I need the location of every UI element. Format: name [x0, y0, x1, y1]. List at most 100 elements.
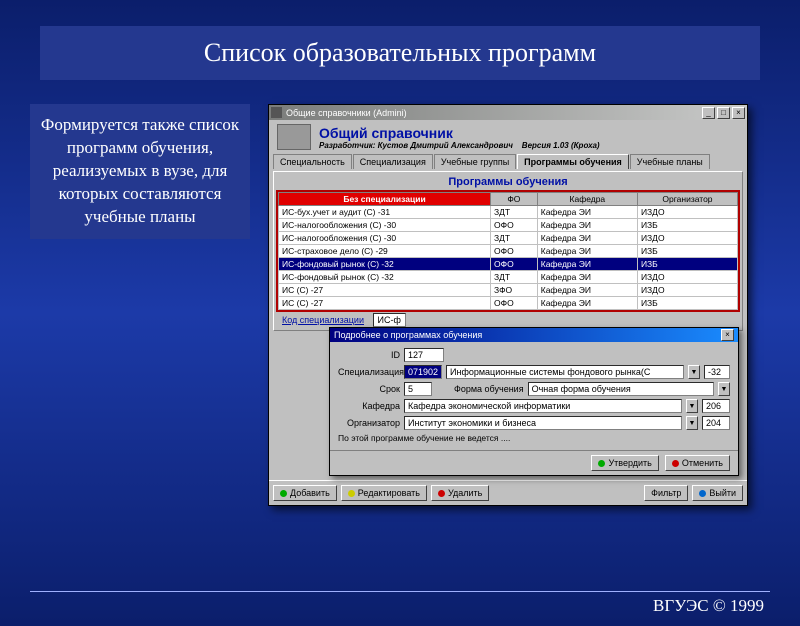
cancel-button[interactable]: Отменить — [665, 455, 730, 471]
dot-red-icon — [672, 460, 679, 467]
toolbar-label: Фильтр — [651, 488, 681, 498]
cell: ИЗДО — [637, 206, 737, 219]
cell: ОФО — [491, 297, 538, 310]
table-row[interactable]: ИС-страховое дело (С) -29ОФОКафедра ЭИИЗ… — [279, 245, 738, 258]
dialog-titlebar[interactable]: Подробнее о программах обучения × — [330, 328, 738, 342]
toolbar-label: Добавить — [290, 488, 330, 498]
cell: ЗДТ — [491, 232, 538, 245]
dev-name: Кустов Дмитрий Александрович — [378, 141, 513, 150]
spec-label: Специализация — [338, 367, 400, 377]
logo-image — [277, 124, 311, 150]
cell: ИС-налогообложения (С) -30 — [279, 219, 491, 232]
org-code-field[interactable]: 204 — [702, 416, 730, 430]
cell: ИЗБ — [637, 245, 737, 258]
column-header[interactable]: Кафедра — [537, 193, 637, 206]
detail-dialog: Подробнее о программах обучения × ID 127… — [329, 327, 739, 476]
column-header[interactable]: Организатор — [637, 193, 737, 206]
cell: ИЗБ — [637, 258, 737, 271]
cell: Кафедра ЭИ — [537, 245, 637, 258]
toolbar-button-3[interactable]: Фильтр — [644, 485, 688, 501]
cell: ИС-фондовый рынок (С) -32 — [279, 258, 491, 271]
slide-title: Список образовательных программ — [40, 26, 760, 80]
table-row[interactable]: ИС-фондовый рынок (С) -32ЗДТКафедра ЭИИЗ… — [279, 271, 738, 284]
tab-0[interactable]: Специальность — [273, 154, 352, 169]
column-header[interactable]: Без специализации — [279, 193, 491, 206]
toolbar-button-1[interactable]: Редактировать — [341, 485, 427, 501]
code-link[interactable]: Код специализации — [276, 312, 370, 328]
tab-2[interactable]: Учебные группы — [434, 154, 516, 169]
note-text: По этой программе обучение не ведется ..… — [338, 433, 510, 443]
cell: ИЗБ — [637, 219, 737, 232]
header-sub: Разработчик: Кустов Дмитрий Александрови… — [319, 141, 600, 150]
table-row[interactable]: ИС-бух.учет и аудит (С) -31ЗДТКафедра ЭИ… — [279, 206, 738, 219]
cell: Кафедра ЭИ — [537, 219, 637, 232]
confirm-label: Утвердить — [608, 458, 651, 468]
dialog-close-button[interactable]: × — [721, 329, 734, 341]
cell: ИЗДО — [637, 232, 737, 245]
cell: ИС (С) -27 — [279, 297, 491, 310]
dot-icon — [348, 490, 355, 497]
form-label: Форма обучения — [454, 384, 524, 394]
id-label: ID — [338, 350, 400, 360]
cell: Кафедра ЭИ — [537, 232, 637, 245]
id-field[interactable]: 127 — [404, 348, 444, 362]
panel-title: Программы обучения — [276, 174, 740, 190]
data-grid[interactable]: Без специализацииФОКафедраОрганизаторИС-… — [276, 190, 740, 312]
dept-code-field[interactable]: 206 — [702, 399, 730, 413]
spec-num-field[interactable]: -32 — [704, 365, 730, 379]
form-field[interactable]: Очная форма обучения — [528, 382, 714, 396]
maximize-button[interactable]: □ — [717, 107, 730, 119]
spec-code-field[interactable]: 071902 — [404, 365, 442, 379]
code-value: ИС-ф — [373, 313, 406, 327]
toolbar-label: Редактировать — [358, 488, 420, 498]
dialog-title: Подробнее о программах обучения — [334, 330, 719, 340]
toolbar-button-0[interactable]: Добавить — [273, 485, 337, 501]
minimize-button[interactable]: _ — [702, 107, 715, 119]
toolbar-label: Удалить — [448, 488, 482, 498]
tab-bar: СпециальностьСпециализацияУчебные группы… — [269, 154, 747, 169]
tab-4[interactable]: Учебные планы — [630, 154, 710, 169]
column-header[interactable]: ФО — [491, 193, 538, 206]
close-button[interactable]: × — [732, 107, 745, 119]
version-label: Версия 1.03 (Кроха) — [522, 141, 600, 150]
term-field[interactable]: 5 — [404, 382, 432, 396]
tab-1[interactable]: Специализация — [353, 154, 433, 169]
cell: ИС (С) -27 — [279, 284, 491, 297]
cell: ИС-фондовый рынок (С) -32 — [279, 271, 491, 284]
toolbar-label: Выйти — [709, 488, 736, 498]
cell: Кафедра ЭИ — [537, 271, 637, 284]
cell: ИС-бух.учет и аудит (С) -31 — [279, 206, 491, 219]
org-dropdown-icon[interactable]: ▼ — [686, 416, 698, 430]
app-window: Общие справочники (Admini) _ □ × Общий с… — [268, 104, 748, 506]
cell: ИС-налогообложения (С) -30 — [279, 232, 491, 245]
table-row[interactable]: ИС-налогообложения (С) -30ЗДТКафедра ЭИИ… — [279, 232, 738, 245]
dot-icon — [280, 490, 287, 497]
table-row[interactable]: ИС-налогообложения (С) -30ОФОКафедра ЭИИ… — [279, 219, 738, 232]
spec-name-field[interactable]: Информационные системы фондового рынка(С — [446, 365, 684, 379]
app-icon — [271, 107, 282, 118]
toolbar-button-4[interactable]: Выйти — [692, 485, 743, 501]
cell: ИЗДО — [637, 271, 737, 284]
dot-icon — [438, 490, 445, 497]
cell: ИЗБ — [637, 297, 737, 310]
dept-dropdown-icon[interactable]: ▼ — [686, 399, 698, 413]
cell: ЗФО — [491, 284, 538, 297]
form-dropdown-icon[interactable]: ▼ — [718, 382, 730, 396]
dept-field[interactable]: Кафедра экономической информатики — [404, 399, 682, 413]
cell: ОФО — [491, 219, 538, 232]
table-row[interactable]: ИС (С) -27ОФОКафедра ЭИИЗБ — [279, 297, 738, 310]
cell: ЗДТ — [491, 271, 538, 284]
org-field[interactable]: Институт экономики и бизнеса — [404, 416, 682, 430]
table-row[interactable]: ИС-фондовый рынок (С) -32ОФОКафедра ЭИИЗ… — [279, 258, 738, 271]
dev-label: Разработчик: — [319, 141, 375, 150]
confirm-button[interactable]: Утвердить — [591, 455, 658, 471]
table-row[interactable]: ИС (С) -27ЗФОКафедра ЭИИЗДО — [279, 284, 738, 297]
window-titlebar[interactable]: Общие справочники (Admini) _ □ × — [269, 105, 747, 120]
tab-3[interactable]: Программы обучения — [517, 154, 629, 169]
cell: Кафедра ЭИ — [537, 258, 637, 271]
cell: ОФО — [491, 245, 538, 258]
footer-text: ВГУЭС © 1999 — [653, 596, 764, 616]
dept-label: Кафедра — [338, 401, 400, 411]
toolbar-button-2[interactable]: Удалить — [431, 485, 489, 501]
spec-dropdown-icon[interactable]: ▼ — [688, 365, 700, 379]
